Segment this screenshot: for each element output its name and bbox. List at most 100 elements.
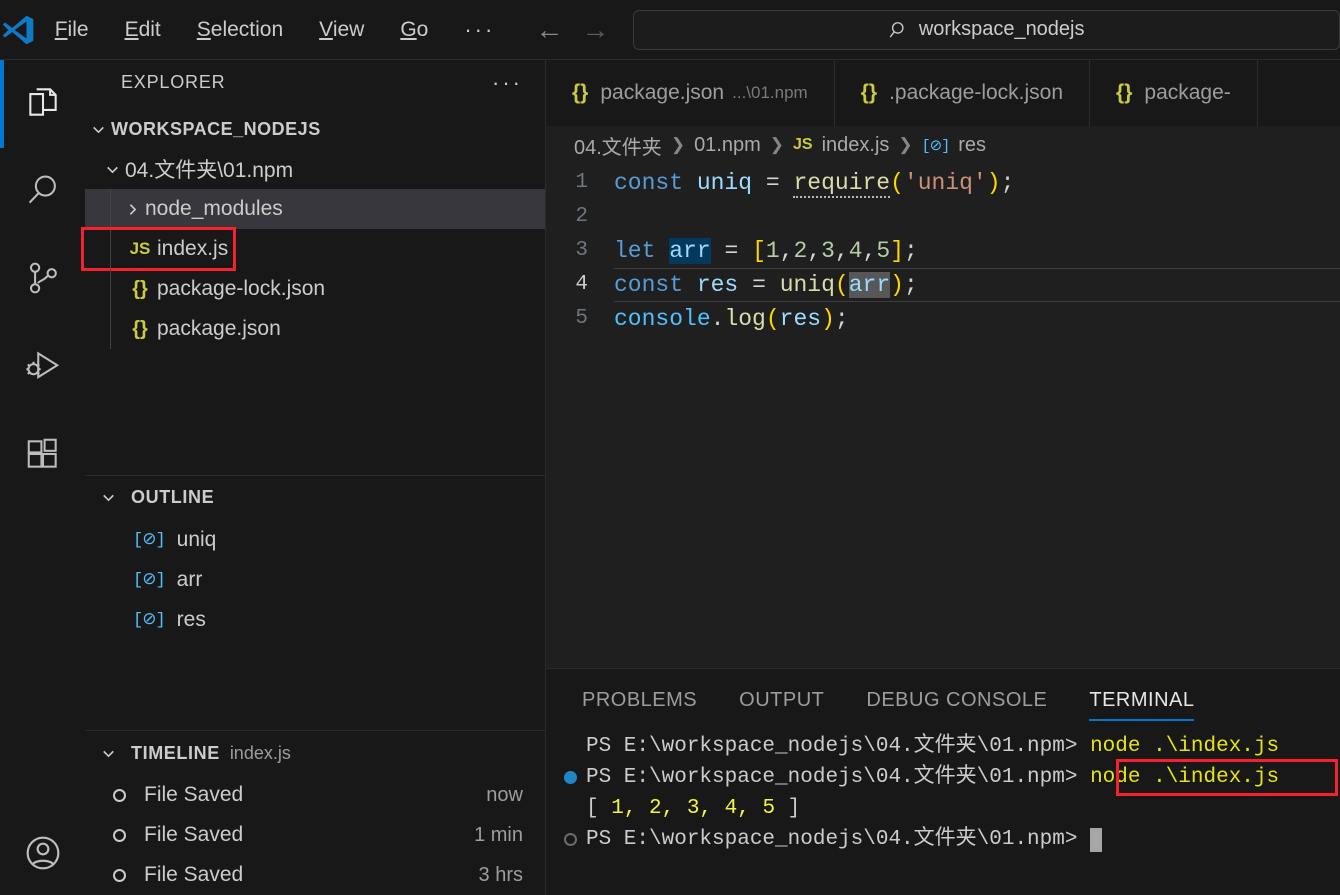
search-input[interactable]: workspace_nodejs: [633, 9, 1340, 50]
terminal-mark-pending: [564, 833, 586, 846]
editor-tab-bar: {} package.json ...\01.npm {} .package-l…: [546, 60, 1340, 126]
terminal-line-2: PS E:\workspace_nodejs\04.文件夹\01.npm> no…: [564, 759, 1340, 796]
indent-guide: [110, 269, 111, 310]
menu-edit-rest: dit: [138, 17, 161, 41]
tree-root-workspace[interactable]: WORKSPACE_NODEJS: [85, 109, 545, 149]
tab-package-truncated[interactable]: {} package-: [1090, 60, 1258, 126]
tab-terminal[interactable]: TERMINAL: [1089, 669, 1195, 731]
menu-item-go[interactable]: Go: [382, 14, 446, 46]
tab-problems[interactable]: PROBLEMS: [582, 669, 697, 731]
outline-title: OUTLINE: [131, 487, 215, 508]
file-tree: WORKSPACE_NODEJS 04.文件夹\01.npm node_modu…: [81, 105, 545, 350]
json-file-icon: {}: [572, 81, 589, 104]
outline-item-uniq[interactable]: [⊘] uniq: [85, 520, 545, 560]
menu-item-selection[interactable]: Selection: [179, 14, 301, 46]
tree-item-index-js[interactable]: JS index.js: [81, 227, 545, 272]
terminal-prompt: PS E:\workspace_nodejs\04.文件夹\01.npm>: [586, 735, 1091, 758]
menu-item-file[interactable]: File: [37, 14, 107, 46]
sidebar: EXPLORER ··· WORKSPACE_NODEJS 04.文件夹\01.…: [81, 60, 546, 895]
timeline-header[interactable]: TIMELINE index.js: [85, 731, 545, 775]
run-debug-icon: [24, 347, 62, 390]
outline-item-label: res: [176, 607, 206, 631]
navigation-buttons: ← →: [535, 15, 609, 44]
terminal-line-4: PS E:\workspace_nodejs\04.文件夹\01.npm>: [564, 824, 1340, 855]
tab-package-lock-json[interactable]: {} .package-lock.json: [834, 60, 1091, 126]
activity-item-explorer[interactable]: [0, 60, 85, 148]
tree-item-package-lock-json[interactable]: {} package-lock.json: [85, 269, 545, 310]
tab-output[interactable]: OUTPUT: [739, 669, 824, 731]
line-number: 5: [575, 307, 588, 330]
code-editor[interactable]: 1 const uniq = require('uniq'); 2 3 let …: [546, 164, 1340, 336]
json-file-icon: {}: [860, 81, 878, 104]
tree-folder-npm[interactable]: 04.文件夹\01.npm: [85, 149, 545, 189]
circle-icon: [113, 868, 126, 882]
timeline-item[interactable]: File Saved 3 hrs: [85, 855, 545, 895]
chevron-down-icon: [99, 161, 125, 178]
tree-folder-label: 04.文件夹\01.npm: [125, 159, 294, 183]
tab-package-json[interactable]: {} package.json ...\01.npm: [546, 60, 835, 126]
terminal-output[interactable]: PS E:\workspace_nodejs\04.文件夹\01.npm> no…: [546, 731, 1340, 855]
chevron-right-icon: [119, 201, 145, 218]
search-icon: [889, 20, 909, 40]
vscode-logo-icon: [0, 13, 37, 47]
menu-file-rest: ile: [67, 17, 89, 41]
activity-item-source-control[interactable]: [0, 236, 85, 324]
outline-item-arr[interactable]: [⊘] arr: [85, 560, 545, 600]
chevron-down-icon: [85, 121, 111, 138]
page-title: EXPLORER: [121, 72, 226, 93]
tree-item-package-json[interactable]: {} package.json: [85, 309, 545, 350]
tree-root-label: WORKSPACE_NODEJS: [111, 118, 321, 139]
circle-icon: [113, 788, 126, 802]
code-line-4: 4 const res = uniq(arr);: [546, 268, 1340, 302]
explorer-header: EXPLORER ···: [85, 60, 545, 105]
arrow-left-icon[interactable]: ←: [535, 15, 563, 44]
json-file-icon: {}: [132, 317, 148, 340]
panel-tab-bar: PROBLEMS OUTPUT DEBUG CONSOLE TERMINAL: [546, 669, 1340, 731]
activity-item-extensions[interactable]: [0, 412, 85, 500]
terminal-command: node .\index.js: [1090, 735, 1280, 758]
activity-item-run-and-debug[interactable]: [0, 324, 85, 412]
breadcrumb-item-folder2[interactable]: 01.npm: [694, 134, 761, 157]
explorer-more-actions-icon[interactable]: ···: [492, 70, 523, 96]
menu-item-edit[interactable]: Edit: [107, 14, 179, 46]
indent-guide: [110, 309, 111, 350]
title-bar: File Edit Selection View Go ··· ← → work…: [0, 0, 1340, 60]
outline-item-res[interactable]: [⊘] res: [85, 600, 545, 640]
code-line-1: 1 const uniq = require('uniq');: [546, 166, 1340, 200]
timeline-item-time: 3 hrs: [478, 863, 523, 886]
chevron-down-icon: [95, 489, 121, 506]
tab-label: package-: [1144, 81, 1231, 104]
timeline-item[interactable]: File Saved 1 min: [85, 815, 545, 855]
timeline-item-label: File Saved: [144, 823, 244, 846]
activity-item-search[interactable]: [0, 148, 85, 236]
indent-guide: [110, 189, 111, 230]
code-line-5: 5 console.log(res);: [546, 302, 1340, 336]
tree-item-label: node_modules: [145, 197, 283, 221]
line-number: 1: [575, 171, 588, 194]
current-line-highlight: [614, 268, 1340, 302]
timeline-section: TIMELINE index.js File Saved now File Sa…: [85, 730, 545, 895]
breadcrumb-item-file[interactable]: index.js: [822, 134, 890, 157]
outline-header[interactable]: OUTLINE: [85, 476, 545, 520]
variable-symbol-icon: [⊘]: [921, 137, 951, 155]
arrow-right-icon[interactable]: →: [581, 15, 609, 44]
source-control-icon: [24, 259, 62, 302]
timeline-item[interactable]: File Saved now: [85, 775, 545, 815]
chevron-down-icon: [95, 745, 121, 762]
js-file-icon: JS: [129, 239, 151, 259]
breadcrumb-item-symbol[interactable]: res: [958, 134, 986, 157]
search-icon: [24, 171, 62, 214]
code-line-content: const uniq = require('uniq');: [614, 170, 1015, 198]
terminal-prompt: PS E:\workspace_nodejs\04.文件夹\01.npm>: [586, 766, 1091, 789]
tree-item-node-modules[interactable]: node_modules: [85, 189, 545, 230]
terminal-command: node .\index.js: [1090, 766, 1280, 789]
search-value: workspace_nodejs: [918, 18, 1085, 40]
breadcrumb-item-folder1[interactable]: 04.文件夹: [574, 131, 662, 160]
activity-bar: [0, 60, 85, 895]
menu-item-view[interactable]: View: [301, 14, 382, 46]
tree-item-label: package-lock.json: [157, 277, 326, 301]
tab-debug-console[interactable]: DEBUG CONSOLE: [866, 669, 1047, 731]
menu-item-more[interactable]: ···: [446, 17, 513, 43]
line-number: 2: [575, 205, 588, 228]
activity-item-accounts[interactable]: [0, 815, 85, 895]
